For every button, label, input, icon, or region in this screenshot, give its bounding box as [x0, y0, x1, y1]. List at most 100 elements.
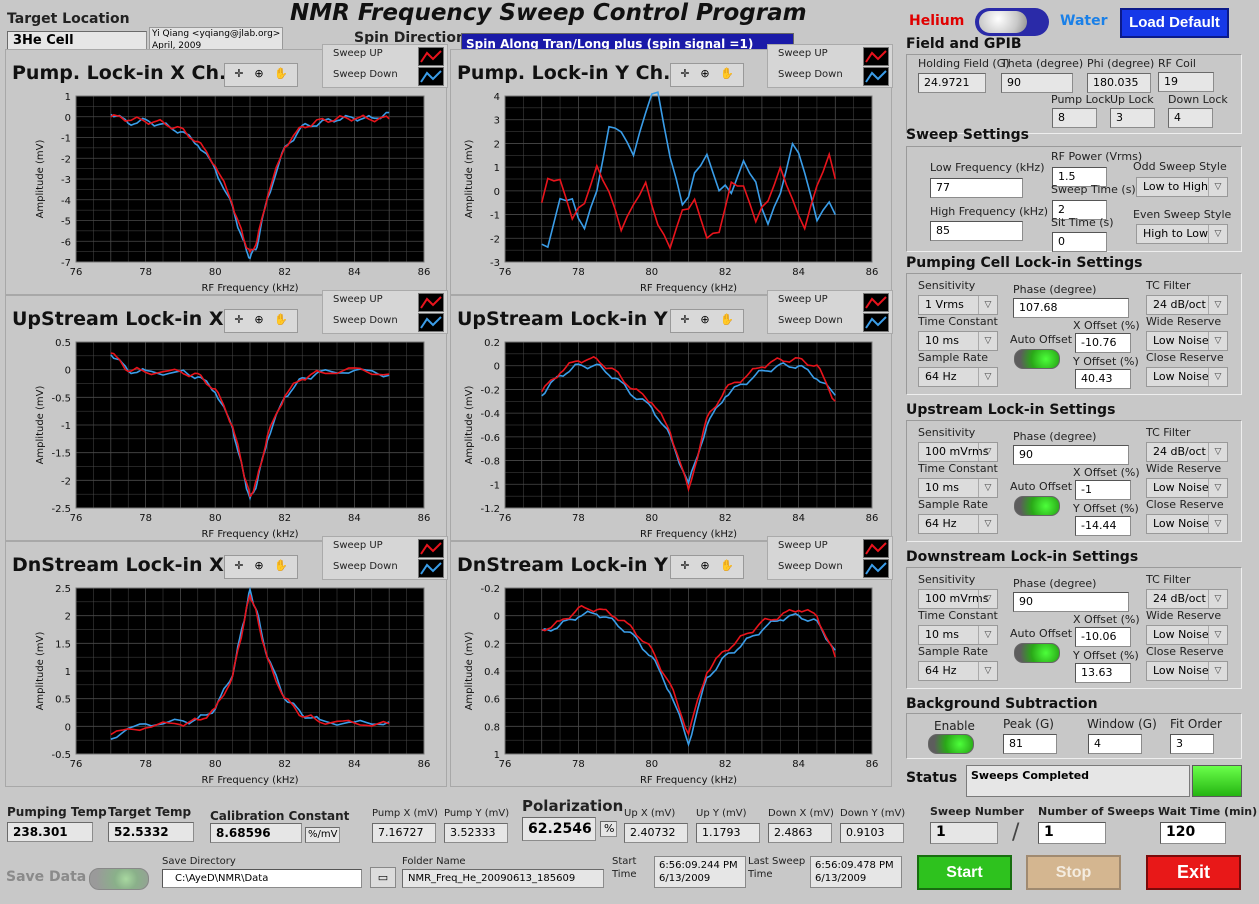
bg-enable-toggle[interactable] [928, 734, 974, 754]
legend-swatch-down [863, 67, 889, 86]
plot-title: Pump. Lock-in X Ch. [12, 62, 227, 84]
hand-icon[interactable]: ✋ [273, 559, 289, 573]
sensitivity-select[interactable]: 1 Vrms ▽ [918, 295, 998, 315]
crosshair-icon[interactable]: ✛ [677, 559, 693, 573]
x-offset-input[interactable]: -1 [1075, 480, 1131, 500]
low-freq-input[interactable]: 77 [930, 178, 1023, 198]
rf-coil-value[interactable]: 19 [1158, 72, 1214, 92]
up-lock-value[interactable]: 3 [1110, 108, 1155, 128]
theta-label: Theta (degree) [1001, 57, 1084, 70]
start-time-clock: 6:56:09.244 PM [659, 860, 738, 871]
crosshair-icon[interactable]: ✛ [231, 313, 247, 327]
auto-offset-label: Auto Offset [1010, 627, 1073, 640]
wide-reserve-select[interactable]: Low Noise ▽ [1146, 625, 1228, 645]
y-offset-input[interactable]: -14.44 [1075, 516, 1131, 536]
helium-water-toggle[interactable] [975, 8, 1049, 36]
save-directory-input[interactable]: C:\AyeD\NMR\Data [162, 869, 362, 888]
legend-sweep-up: Sweep UP [778, 294, 828, 305]
crosshair-icon[interactable]: ✛ [677, 67, 693, 81]
graph-palette[interactable]: ✛ ⊕ ✋ [224, 63, 298, 87]
close-reserve-select[interactable]: Low Noise ▽ [1146, 367, 1228, 387]
bg-window-input[interactable]: 4 [1088, 734, 1142, 754]
down-lock-label: Down Lock [1168, 93, 1228, 106]
tc-filter-select[interactable]: 24 dB/oct ▽ [1146, 589, 1228, 609]
wide-reserve-select[interactable]: Low Noise ▽ [1146, 331, 1228, 351]
auto-offset-button[interactable] [1014, 349, 1060, 369]
bg-fit-order-input[interactable]: 3 [1170, 734, 1214, 754]
sample-rate-select[interactable]: 64 Hz ▽ [918, 514, 998, 534]
time-constant-select[interactable]: 10 ms ▽ [918, 478, 998, 498]
zoom-icon[interactable]: ⊕ [697, 67, 713, 81]
phase-input[interactable]: 90 [1013, 445, 1129, 465]
exit-button[interactable]: Exit [1146, 855, 1241, 890]
wide-reserve-select[interactable]: Low Noise ▽ [1146, 478, 1228, 498]
hand-icon[interactable]: ✋ [273, 313, 289, 327]
y-offset-input[interactable]: 40.43 [1075, 369, 1131, 389]
sample-rate-select[interactable]: 64 Hz ▽ [918, 367, 998, 387]
hand-icon[interactable]: ✋ [719, 67, 735, 81]
x-offset-input[interactable]: -10.06 [1075, 627, 1131, 647]
graph-palette[interactable]: ✛ ⊕ ✋ [670, 555, 744, 579]
auto-offset-button[interactable] [1014, 496, 1060, 516]
sensitivity-label: Sensitivity [918, 426, 976, 439]
crosshair-icon[interactable]: ✛ [677, 313, 693, 327]
sample-rate-select[interactable]: 64 Hz ▽ [918, 661, 998, 681]
close-reserve-select[interactable]: Low Noise ▽ [1146, 514, 1228, 534]
sensitivity-select[interactable]: 100 mVrms ▽ [918, 589, 998, 609]
graph-palette[interactable]: ✛ ⊕ ✋ [670, 63, 744, 87]
zoom-icon[interactable]: ⊕ [251, 67, 267, 81]
polarization-label: Polarization [522, 797, 624, 815]
chevron-down-icon: ▽ [1208, 662, 1227, 680]
pump-lock-value[interactable]: 8 [1052, 108, 1097, 128]
hand-icon[interactable]: ✋ [719, 559, 735, 573]
auto-offset-button[interactable] [1014, 643, 1060, 663]
folder-browse-icon[interactable]: ▭ [370, 867, 396, 888]
x-offset-input[interactable]: -10.76 [1075, 333, 1131, 353]
stop-button[interactable]: Stop [1026, 855, 1121, 890]
even-sweep-value: High to Low [1143, 227, 1208, 240]
theta-value: 90 [1001, 73, 1073, 93]
zoom-icon[interactable]: ⊕ [251, 313, 267, 327]
zoom-icon[interactable]: ⊕ [697, 313, 713, 327]
crosshair-icon[interactable]: ✛ [231, 559, 247, 573]
zoom-icon[interactable]: ⊕ [251, 559, 267, 573]
sit-time-label: Sit Time (s) [1051, 216, 1114, 229]
load-default-button[interactable]: Load Default [1120, 8, 1229, 38]
time-constant-select[interactable]: 10 ms ▽ [918, 625, 998, 645]
time-constant-label: Time Constant [918, 462, 998, 475]
hand-icon[interactable]: ✋ [273, 67, 289, 81]
time-constant-select[interactable]: 10 ms ▽ [918, 331, 998, 351]
wait-time-input[interactable]: 120 [1160, 822, 1226, 844]
tc-filter-value: 24 dB/oct [1153, 445, 1206, 458]
even-sweep-select[interactable]: High to Low ▽ [1136, 224, 1228, 244]
graph-palette[interactable]: ✛ ⊕ ✋ [224, 309, 298, 333]
phase-input[interactable]: 107.68 [1013, 298, 1129, 318]
pumping-temp-value: 238.301 [7, 822, 93, 842]
odd-sweep-select[interactable]: Low to High ▽ [1136, 177, 1228, 197]
calibration-value[interactable]: 8.68596 [210, 823, 302, 843]
sensitivity-select[interactable]: 100 mVrms ▽ [918, 442, 998, 462]
num-sweeps-input[interactable]: 1 [1038, 822, 1106, 844]
rf-power-label: RF Power (Vrms) [1051, 150, 1143, 163]
start-button[interactable]: Start [917, 855, 1012, 890]
status-message: Sweeps Completed [966, 765, 1190, 797]
zoom-icon[interactable]: ⊕ [697, 559, 713, 573]
high-freq-input[interactable]: 85 [930, 221, 1023, 241]
phase-input[interactable]: 90 [1013, 592, 1129, 612]
tc-filter-select[interactable]: 24 dB/oct ▽ [1146, 442, 1228, 462]
bg-enable-label: Enable [934, 719, 975, 733]
y-offset-input[interactable]: 13.63 [1075, 663, 1131, 683]
graph-palette[interactable]: ✛ ⊕ ✋ [224, 555, 298, 579]
chevron-down-icon: ▽ [978, 296, 997, 314]
save-data-toggle[interactable] [89, 868, 149, 890]
lockin-title: Downstream Lock-in Settings [906, 549, 1139, 565]
close-reserve-select[interactable]: Low Noise ▽ [1146, 661, 1228, 681]
hand-icon[interactable]: ✋ [719, 313, 735, 327]
toggle-knob [979, 11, 1027, 33]
sit-time-input[interactable]: 0 [1052, 232, 1107, 252]
graph-palette[interactable]: ✛ ⊕ ✋ [670, 309, 744, 333]
down-lock-value[interactable]: 4 [1168, 108, 1213, 128]
bg-peak-input[interactable]: 81 [1003, 734, 1057, 754]
crosshair-icon[interactable]: ✛ [231, 67, 247, 81]
tc-filter-select[interactable]: 24 dB/oct ▽ [1146, 295, 1228, 315]
